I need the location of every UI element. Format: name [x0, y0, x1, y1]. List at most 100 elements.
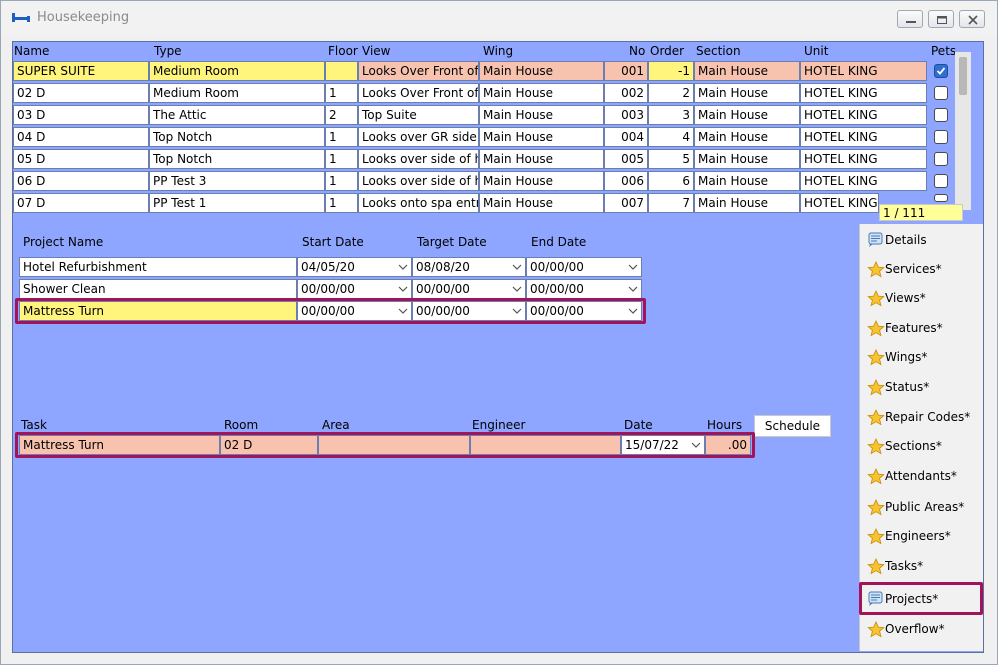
pets-checkbox[interactable] — [934, 86, 948, 100]
room-wing-cell[interactable]: Main House — [479, 61, 604, 81]
tasks-header-engineer[interactable]: Engineer — [472, 418, 525, 432]
room-order-cell[interactable]: 5 — [648, 149, 694, 169]
scrollbar-thumb[interactable] — [959, 57, 967, 95]
room-no-cell[interactable]: 001 — [604, 61, 648, 81]
room-unit-cell[interactable]: HOTEL KING — [800, 171, 927, 191]
projects-header-target[interactable]: Target Date — [417, 235, 487, 249]
side-item-wings[interactable]: Wings* — [860, 343, 982, 372]
project-name-cell[interactable]: Hotel Refurbishment — [19, 257, 297, 277]
tasks-header-hours[interactable]: Hours — [707, 418, 742, 432]
schedule-button[interactable]: Schedule — [754, 415, 831, 437]
room-section-cell[interactable]: Main House — [694, 127, 800, 147]
room-type-cell[interactable]: The Attic — [149, 105, 325, 125]
room-section-cell[interactable]: Main House — [694, 149, 800, 169]
project-start-date[interactable]: 04/05/20 — [297, 257, 412, 277]
room-order-cell[interactable]: 6 — [648, 171, 694, 191]
room-wing-cell[interactable]: Main House — [479, 83, 604, 103]
room-floor-cell[interactable]: 1 — [325, 149, 358, 169]
room-wing-cell[interactable]: Main House — [479, 193, 604, 213]
room-no-cell[interactable]: 002 — [604, 83, 648, 103]
side-item-services[interactable]: Services* — [860, 255, 982, 284]
room-view-cell[interactable]: Looks over side of h — [358, 149, 479, 169]
project-target-date[interactable]: 00/00/00 — [412, 279, 526, 299]
room-section-cell[interactable]: Main House — [694, 83, 800, 103]
room-floor-cell[interactable]: 1 — [325, 171, 358, 191]
room-section-cell[interactable]: Main House — [694, 61, 800, 81]
side-item-attendants[interactable]: Attendants* — [860, 462, 982, 491]
room-section-cell[interactable]: Main House — [694, 105, 800, 125]
room-type-cell[interactable]: Top Notch — [149, 127, 325, 147]
room-no-cell[interactable]: 006 — [604, 171, 648, 191]
room-type-cell[interactable]: PP Test 1 — [149, 193, 325, 213]
rooms-header-type[interactable]: Type — [154, 44, 182, 58]
room-view-cell[interactable]: Looks Over Front of — [358, 83, 479, 103]
room-no-cell[interactable]: 007 — [604, 193, 648, 213]
room-name-cell[interactable]: 02 D — [13, 83, 149, 103]
project-end-date[interactable]: 00/00/00 — [526, 279, 642, 299]
side-item-sections[interactable]: Sections* — [860, 432, 982, 461]
room-section-cell[interactable]: Main House — [694, 171, 800, 191]
room-floor-cell[interactable]: 2 — [325, 105, 358, 125]
projects-header-end[interactable]: End Date — [531, 235, 586, 249]
room-view-cell[interactable]: Top Suite — [358, 105, 479, 125]
room-name-cell[interactable]: SUPER SUITE — [13, 61, 149, 81]
pets-checkbox[interactable] — [934, 108, 948, 122]
rooms-header-order[interactable]: Order — [650, 44, 684, 58]
room-order-cell[interactable]: 3 — [648, 105, 694, 125]
room-type-cell[interactable]: Medium Room — [149, 83, 325, 103]
room-name-cell[interactable]: 07 D — [13, 193, 149, 213]
room-type-cell[interactable]: Medium Room — [149, 61, 325, 81]
maximize-button[interactable] — [928, 10, 954, 28]
room-name-cell[interactable]: 06 D — [13, 171, 149, 191]
room-floor-cell[interactable] — [325, 61, 358, 81]
room-wing-cell[interactable]: Main House — [479, 149, 604, 169]
room-unit-cell[interactable]: HOTEL KING — [800, 193, 879, 213]
room-view-cell[interactable]: Looks over GR side — [358, 127, 479, 147]
side-item-public-areas[interactable]: Public Areas* — [860, 493, 982, 522]
room-floor-cell[interactable]: 1 — [325, 83, 358, 103]
tasks-header-task[interactable]: Task — [21, 418, 47, 432]
room-view-cell[interactable]: Looks over side of h — [358, 171, 479, 191]
room-no-cell[interactable]: 003 — [604, 105, 648, 125]
room-floor-cell[interactable]: 1 — [325, 193, 358, 213]
room-order-cell[interactable]: 2 — [648, 83, 694, 103]
rooms-header-no[interactable]: No — [629, 44, 645, 58]
room-order-cell[interactable]: 7 — [648, 193, 694, 213]
project-end-date[interactable]: 00/00/00 — [526, 257, 642, 277]
room-unit-cell[interactable]: HOTEL KING — [800, 127, 927, 147]
room-view-cell[interactable]: Looks onto spa entr — [358, 193, 479, 213]
tasks-header-date[interactable]: Date — [624, 418, 653, 432]
room-type-cell[interactable]: PP Test 3 — [149, 171, 325, 191]
pets-checkbox[interactable] — [934, 130, 948, 144]
side-item-views[interactable]: Views* — [860, 284, 982, 313]
side-item-engineers[interactable]: Engineers* — [860, 522, 982, 551]
tasks-header-area[interactable]: Area — [322, 418, 350, 432]
room-wing-cell[interactable]: Main House — [479, 127, 604, 147]
room-order-cell[interactable]: 4 — [648, 127, 694, 147]
room-name-cell[interactable]: 05 D — [13, 149, 149, 169]
room-view-cell[interactable]: Looks Over Front of — [358, 61, 479, 81]
pets-checkbox[interactable] — [934, 194, 948, 202]
side-item-overflow[interactable]: Overflow* — [860, 615, 982, 644]
side-item-status[interactable]: Status* — [860, 373, 982, 402]
room-section-cell[interactable]: Main House — [694, 193, 800, 213]
side-item-details[interactable]: Details — [860, 226, 982, 255]
room-unit-cell[interactable]: HOTEL KING — [800, 83, 927, 103]
tasks-header-room[interactable]: Room — [224, 418, 258, 432]
rooms-header-view[interactable]: View — [362, 44, 390, 58]
room-wing-cell[interactable]: Main House — [479, 171, 604, 191]
minimize-button[interactable] — [897, 10, 923, 28]
room-name-cell[interactable]: 04 D — [13, 127, 149, 147]
room-unit-cell[interactable]: HOTEL KING — [800, 61, 927, 81]
side-item-features[interactable]: Features* — [860, 314, 982, 343]
side-item-repair-codes[interactable]: Repair Codes* — [860, 403, 982, 432]
room-wing-cell[interactable]: Main House — [479, 105, 604, 125]
room-name-cell[interactable]: 03 D — [13, 105, 149, 125]
project-start-date[interactable]: 00/00/00 — [297, 279, 412, 299]
pets-checkbox[interactable] — [934, 174, 948, 188]
room-no-cell[interactable]: 005 — [604, 149, 648, 169]
rooms-header-pets[interactable]: Pets — [931, 44, 956, 58]
room-unit-cell[interactable]: HOTEL KING — [800, 105, 927, 125]
room-unit-cell[interactable]: HOTEL KING — [800, 149, 927, 169]
room-floor-cell[interactable]: 1 — [325, 127, 358, 147]
